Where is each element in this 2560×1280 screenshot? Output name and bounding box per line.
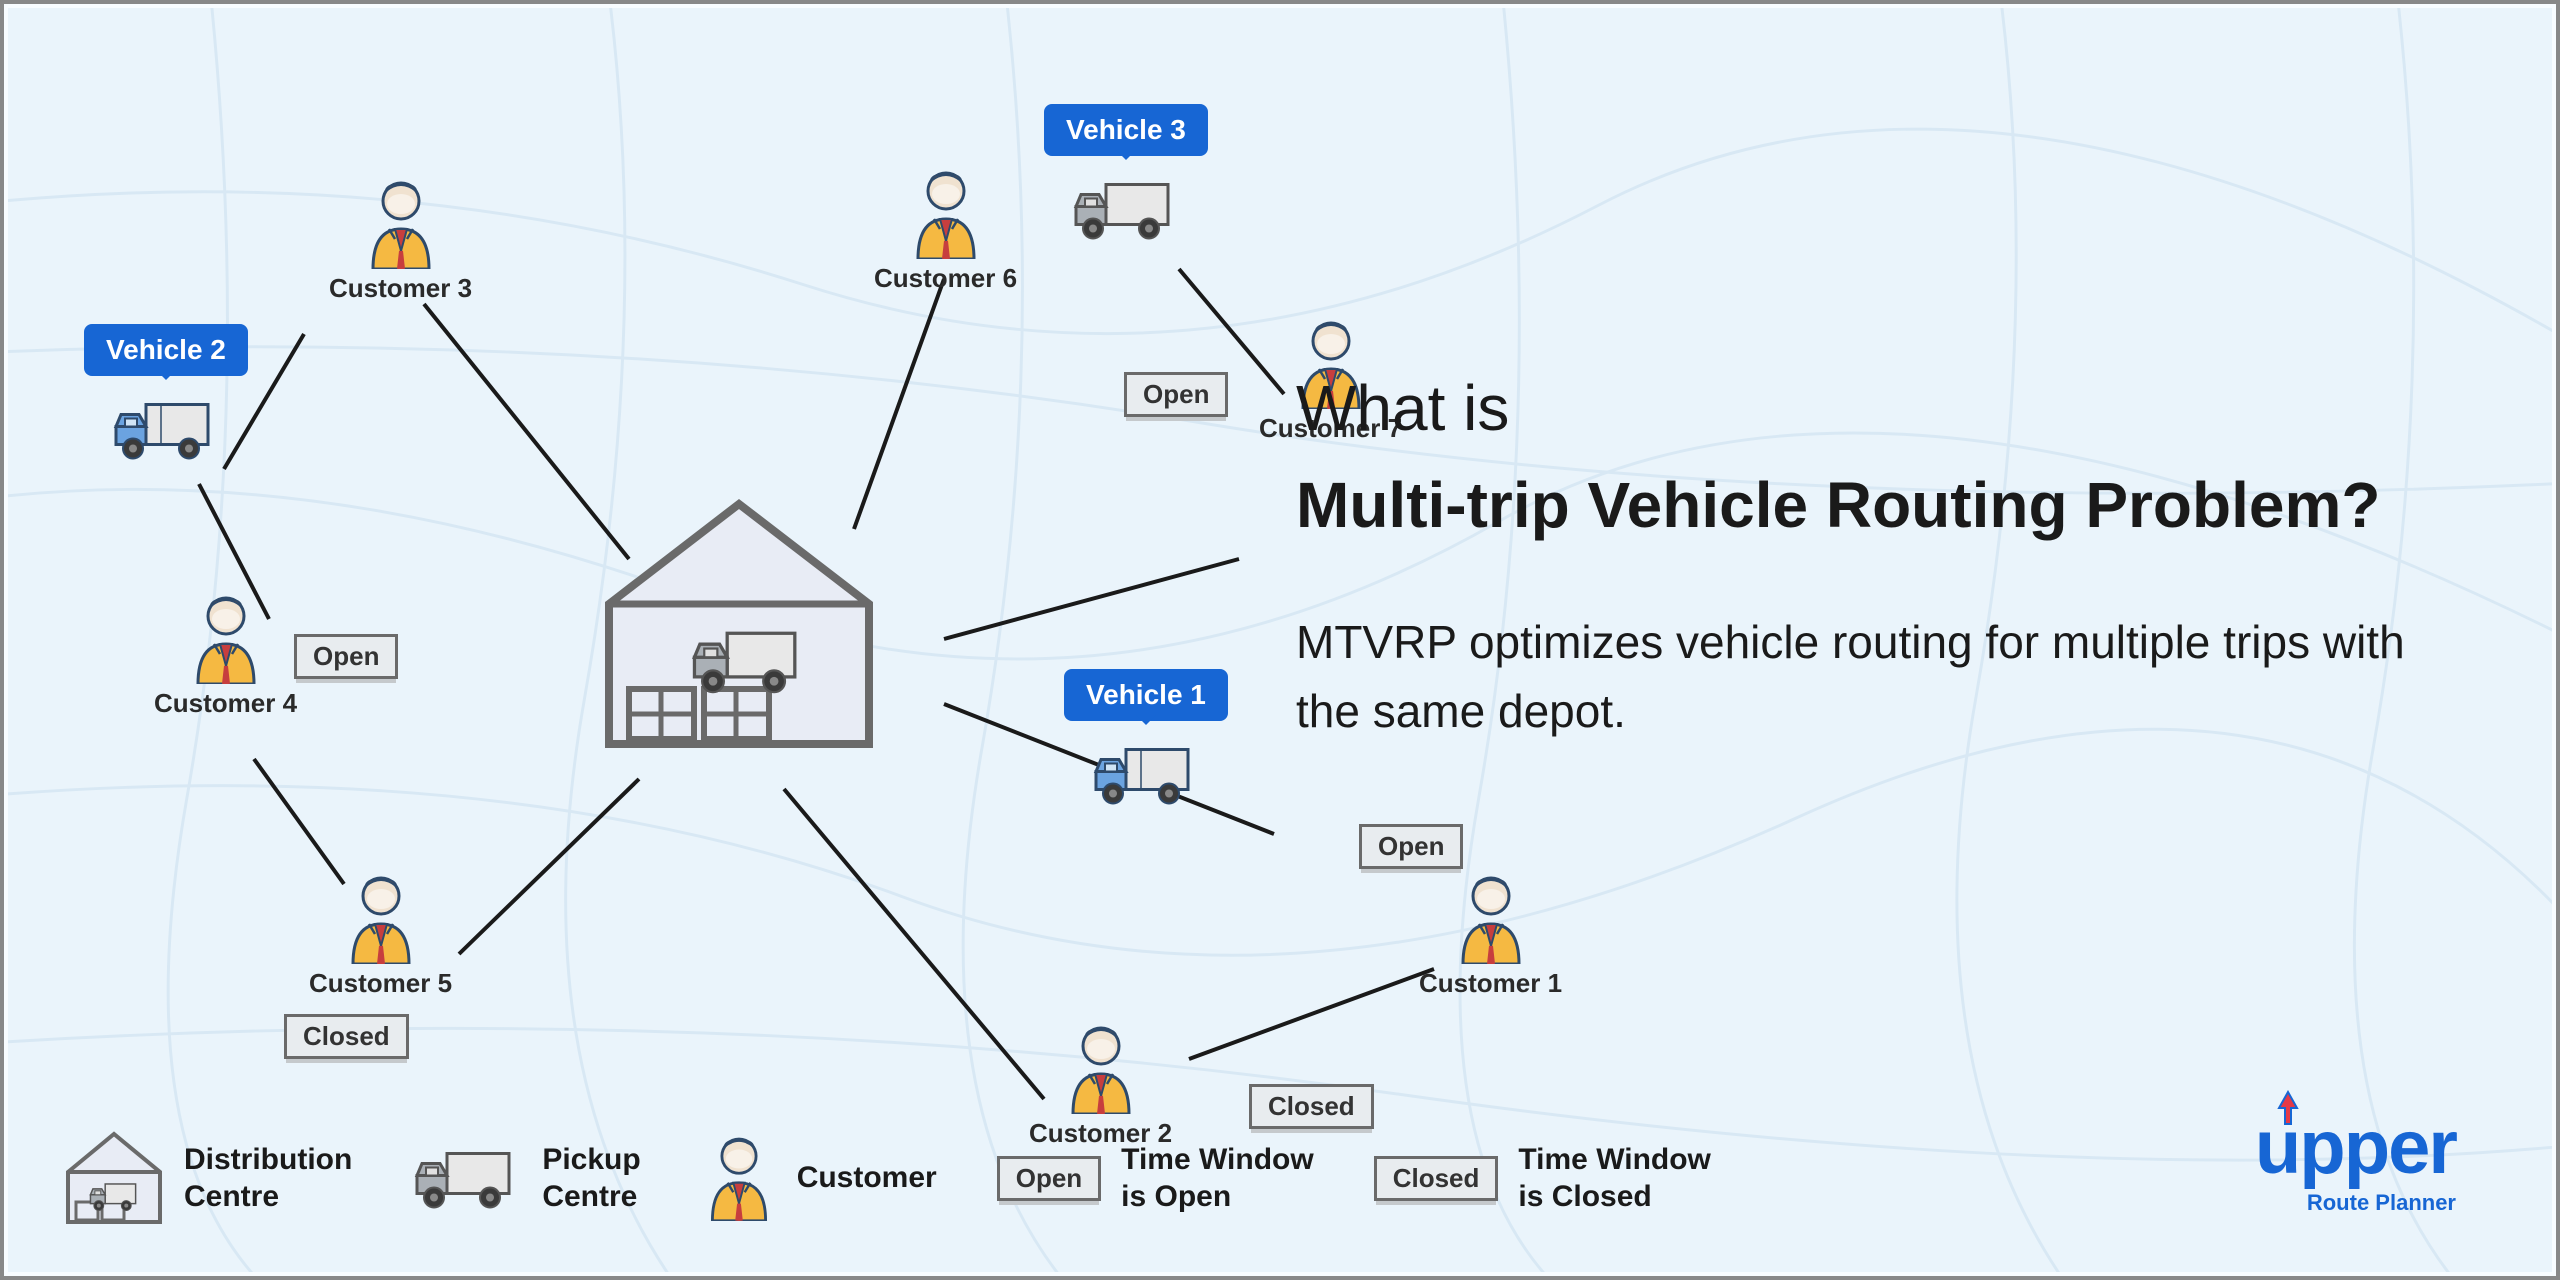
legend-dist-label: DistributionCentre bbox=[184, 1141, 352, 1216]
legend-pickup-label: PickupCentre bbox=[542, 1141, 640, 1216]
legend-closed: Closed Time Windowis Closed bbox=[1374, 1141, 1711, 1216]
customer-1-status: Open bbox=[1359, 824, 1463, 869]
heading-intro: What is bbox=[1296, 364, 2436, 454]
customer-7-status: Open bbox=[1124, 372, 1228, 417]
legend-cust-label: Customer bbox=[797, 1159, 937, 1197]
vehicle-3-tag: Vehicle 3 bbox=[1044, 104, 1208, 156]
vehicle-2-node: Vehicle 2 bbox=[84, 324, 248, 464]
text-panel: What is Multi-trip Vehicle Routing Probl… bbox=[1296, 364, 2436, 746]
logo-main: upper bbox=[2255, 1110, 2456, 1186]
customer-5-status: Closed bbox=[284, 1014, 409, 1059]
customer-2-status: Closed bbox=[1249, 1084, 1374, 1129]
legend-open-label: Time Windowis Open bbox=[1121, 1141, 1314, 1216]
legend-closed-label: Time Windowis Closed bbox=[1518, 1141, 1711, 1216]
vehicle-1-node: Vehicle 1 bbox=[1064, 669, 1228, 809]
body-text: MTVRP optimizes vehicle routing for mult… bbox=[1296, 608, 2436, 746]
customer-5-label: Customer 5 bbox=[309, 968, 452, 999]
customer-5-node: Customer 5 bbox=[309, 874, 452, 999]
logo-sub: Route Planner bbox=[2307, 1190, 2456, 1216]
customer-4-label: Customer 4 bbox=[154, 688, 297, 719]
customer-4-status: Open bbox=[294, 634, 398, 679]
legend-open: Open Time Windowis Open bbox=[997, 1141, 1314, 1216]
vehicle-2-tag: Vehicle 2 bbox=[84, 324, 248, 376]
legend-customer: Customer bbox=[701, 1135, 937, 1221]
logo: upper Route Planner bbox=[2255, 1110, 2456, 1216]
customer-3-node: Customer 3 bbox=[329, 179, 472, 304]
legend-pickup: PickupCentre bbox=[412, 1141, 640, 1216]
legend-distribution: DistributionCentre bbox=[64, 1130, 352, 1226]
customer-1-node: Customer 1 bbox=[1419, 874, 1562, 999]
heading-main: Multi-trip Vehicle Routing Problem? bbox=[1296, 462, 2436, 548]
vehicle-3-node: Vehicle 3 bbox=[1044, 104, 1208, 244]
customer-4-node: Customer 4 bbox=[154, 594, 297, 719]
vehicle-1-tag: Vehicle 1 bbox=[1064, 669, 1228, 721]
customer-6-node: Customer 6 bbox=[874, 169, 1017, 294]
customer-1-label: Customer 1 bbox=[1419, 968, 1562, 999]
customer-3-label: Customer 3 bbox=[329, 273, 472, 304]
customer-6-label: Customer 6 bbox=[874, 263, 1017, 294]
legend: DistributionCentre PickupCentre Customer… bbox=[64, 1130, 1711, 1226]
depot-node bbox=[599, 494, 879, 754]
